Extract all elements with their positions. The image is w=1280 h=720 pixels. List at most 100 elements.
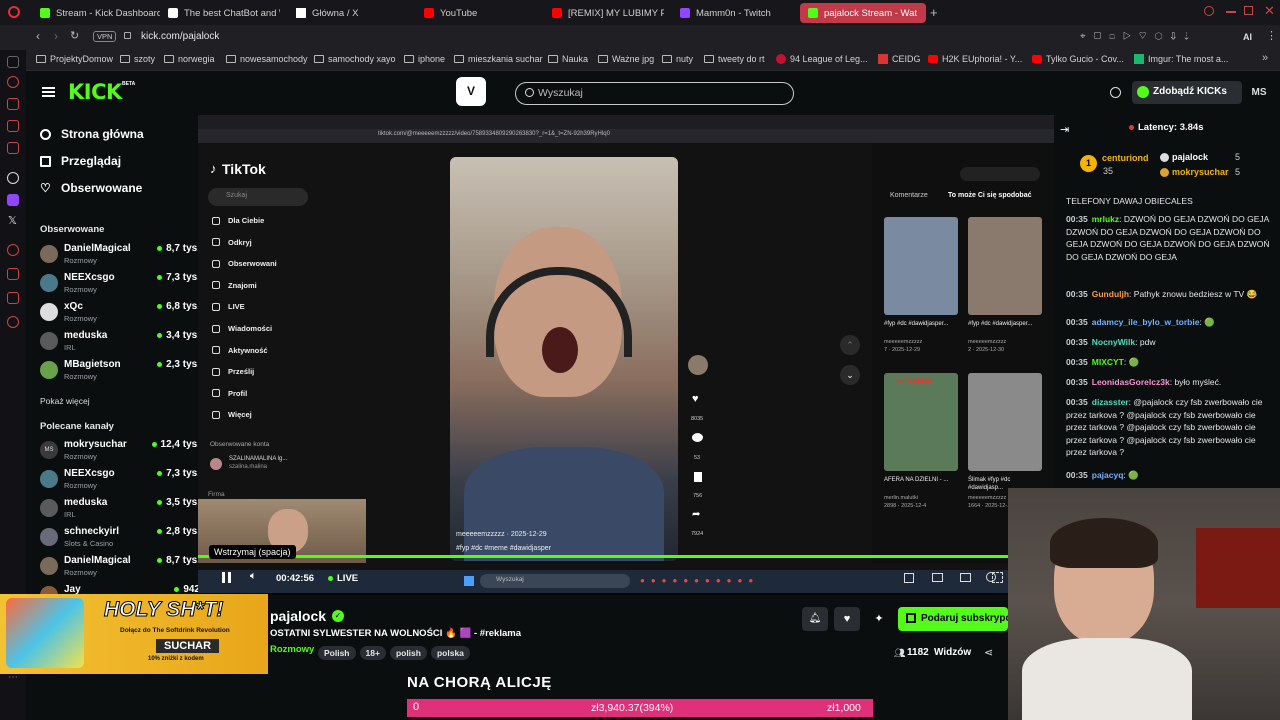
browser-tab[interactable]: [REMIX] MY LUBIMY PAL xyxy=(544,3,664,23)
get-kicks-button[interactable]: Zdobądź KICKs xyxy=(1132,81,1242,104)
search-tabs-icon[interactable] xyxy=(1204,6,1214,16)
show-more-link[interactable]: Pokaż więcej xyxy=(40,396,90,406)
chat-username[interactable]: MIXCYT xyxy=(1092,357,1124,367)
more-bookmarks-icon[interactable]: » xyxy=(1262,52,1268,64)
share-stream-icon[interactable]: ⋖ xyxy=(984,646,993,659)
close-window-icon[interactable]: ✕ xyxy=(1264,3,1275,19)
kick-vod-icon[interactable]: V xyxy=(456,77,486,106)
channel-item[interactable]: xQc Rozmowy 6,8 tys. xyxy=(40,299,200,325)
search-bar[interactable]: Wyszukaj xyxy=(515,82,794,105)
bookmark-item[interactable]: 94 League of Leg... xyxy=(776,54,868,64)
chat-username[interactable]: dizasster xyxy=(1092,397,1129,407)
video-progress-track[interactable] xyxy=(198,555,1054,558)
top-supporter-name[interactable]: mokrysuchar xyxy=(1172,167,1229,177)
tag-pill[interactable]: polish xyxy=(389,646,427,660)
follow-heart-button[interactable]: ♥ xyxy=(834,607,860,631)
pip-icon[interactable] xyxy=(960,573,971,582)
browser-tab-active[interactable]: pajalock Stream - Wat xyxy=(800,3,926,23)
chat-username[interactable]: NocnyWilk xyxy=(1092,337,1135,347)
bookmark-item[interactable]: samochody xayo xyxy=(314,54,396,64)
vpn-badge[interactable]: VPN xyxy=(93,31,117,42)
channel-item[interactable]: DanielMagical Rozmowy 8,7 tys. xyxy=(40,553,200,579)
video-player[interactable]: tiktok.com/@meeeeemzzzzz/video/758933480… xyxy=(198,115,1054,595)
opera-logo-icon[interactable] xyxy=(8,6,20,18)
pause-icon[interactable] xyxy=(222,572,231,583)
bookmark-item[interactable]: tweety do rt xyxy=(704,54,765,64)
bookmark-item[interactable]: nowesamochody xyxy=(226,54,308,64)
channel-item[interactable]: MBagietson Rozmowy 2,3 tys. xyxy=(40,357,200,383)
nav-browse[interactable]: Przeglądaj xyxy=(40,154,121,168)
tag-pill[interactable]: polska xyxy=(430,646,470,660)
x-icon[interactable]: 𝕏 xyxy=(8,214,17,227)
bookmark-item[interactable]: iphone xyxy=(404,54,445,64)
channel-item[interactable]: schneckyirl Slots & Casino 2,8 tys. xyxy=(40,524,200,550)
bookmark-item[interactable]: Imgur: The most a... xyxy=(1134,54,1228,64)
bookmark-item[interactable]: szoty xyxy=(120,54,155,64)
workspace-icon[interactable] xyxy=(7,98,19,110)
clip-icon[interactable] xyxy=(904,573,914,583)
reload-icon[interactable]: ↻ xyxy=(70,29,79,42)
browser-tab[interactable]: YouTube xyxy=(416,3,536,23)
live-label[interactable]: LIVE xyxy=(337,573,358,584)
category-link[interactable]: Rozmowy xyxy=(270,644,314,655)
back-icon[interactable]: ‹ xyxy=(36,29,40,43)
bookmark-item[interactable]: norwegia xyxy=(164,54,215,64)
hamburger-menu-icon[interactable] xyxy=(42,87,55,97)
channel-item[interactable]: DanielMagical Rozmowy 8,7 tys. xyxy=(40,241,200,267)
bookmark-item[interactable]: H2K EUphoria! - Y... xyxy=(928,54,1022,64)
chat-username[interactable]: pajacyq xyxy=(1092,470,1124,480)
bookmark-item[interactable]: Nauka xyxy=(548,54,588,64)
bookmark-item[interactable]: Tylko Gucio - Cov... xyxy=(1032,54,1124,64)
top-supporter-name[interactable]: centuriond xyxy=(1102,153,1149,163)
bookmark-item[interactable]: ProjektyDomow xyxy=(36,54,113,64)
channel-item[interactable]: meduska IRL 3,4 tys. xyxy=(40,328,200,354)
volume-icon[interactable]: 🔈︎ xyxy=(250,570,257,583)
chat-username[interactable]: mrlukz xyxy=(1092,214,1119,224)
chat-username[interactable]: Gunduljh xyxy=(1092,289,1129,299)
sparkle-button[interactable]: ✦ xyxy=(866,607,892,631)
player-icon[interactable] xyxy=(7,120,19,132)
theater-mode-icon[interactable] xyxy=(932,573,943,582)
tag-pill[interactable]: 18+ xyxy=(359,646,386,660)
history-icon[interactable] xyxy=(7,244,19,256)
gift-sub-button[interactable]: Podaruj subskrypcję xyxy=(898,607,1008,631)
bookmark-item[interactable]: CEIDG xyxy=(878,54,921,64)
mail-icon[interactable] xyxy=(7,142,19,154)
chat-username[interactable]: adamcy_ile_bylo_w_torbie xyxy=(1092,317,1200,327)
settings-icon[interactable] xyxy=(7,316,19,328)
downloads-icon[interactable] xyxy=(7,268,19,280)
ai-button[interactable]: AI xyxy=(1243,32,1252,42)
fullscreen-icon[interactable] xyxy=(992,572,1003,583)
nav-home[interactable]: Strona główna xyxy=(40,127,144,141)
kick-logo[interactable]: KICK xyxy=(68,80,122,104)
tag-pill[interactable]: Polish xyxy=(318,646,356,660)
streamer-name[interactable]: pajalock xyxy=(270,608,326,624)
discord-icon[interactable] xyxy=(7,172,19,184)
twitch-icon[interactable] xyxy=(7,194,19,206)
aria-icon[interactable] xyxy=(7,76,19,88)
bookmark-item[interactable]: nuty xyxy=(662,54,693,64)
chat-username[interactable]: LeonidasGorelcz3k xyxy=(1092,377,1170,387)
extensions-icon[interactable] xyxy=(7,292,19,304)
url-field[interactable]: kick.com/pajalock xyxy=(141,31,219,42)
channel-item[interactable]: MS mokrysuchar Rozmowy 12,4 tys. xyxy=(40,437,200,463)
browser-tab[interactable]: Główna / X xyxy=(288,3,408,23)
forward-icon[interactable]: › xyxy=(54,29,58,43)
menu-dots-icon[interactable]: ⋮ xyxy=(1266,29,1277,42)
browser-tab[interactable]: Mamm0n - Twitch xyxy=(672,3,792,23)
bookmark-item[interactable]: Ważne jpg xyxy=(598,54,654,64)
browser-tab[interactable]: Stream - Kick Dashboard xyxy=(32,3,160,23)
minimize-icon[interactable] xyxy=(1226,11,1236,13)
search-input[interactable]: Wyszukaj xyxy=(538,87,583,99)
kicks-loading-icon[interactable] xyxy=(1110,87,1121,98)
browser-tab[interactable]: The best ChatBot and Wid xyxy=(160,3,280,23)
channel-item[interactable]: NEEXcsgo Rozmowy 7,3 tys. xyxy=(40,270,200,296)
channel-item[interactable]: meduska IRL 3,5 tys. xyxy=(40,495,200,521)
channel-item[interactable]: NEEXcsgo Rozmowy 7,3 tys. xyxy=(40,466,200,492)
bookmark-item[interactable]: mieszkania suchar xyxy=(454,54,543,64)
extensions-icons[interactable]: ⌖▢◻▷♡⬡⇩⇣ xyxy=(1080,31,1197,42)
user-avatar[interactable]: MS xyxy=(1248,82,1270,104)
notification-bell-button[interactable]: 🔔︎ xyxy=(802,607,828,631)
maximize-icon[interactable] xyxy=(1244,6,1253,15)
messenger-icon[interactable] xyxy=(7,56,19,68)
